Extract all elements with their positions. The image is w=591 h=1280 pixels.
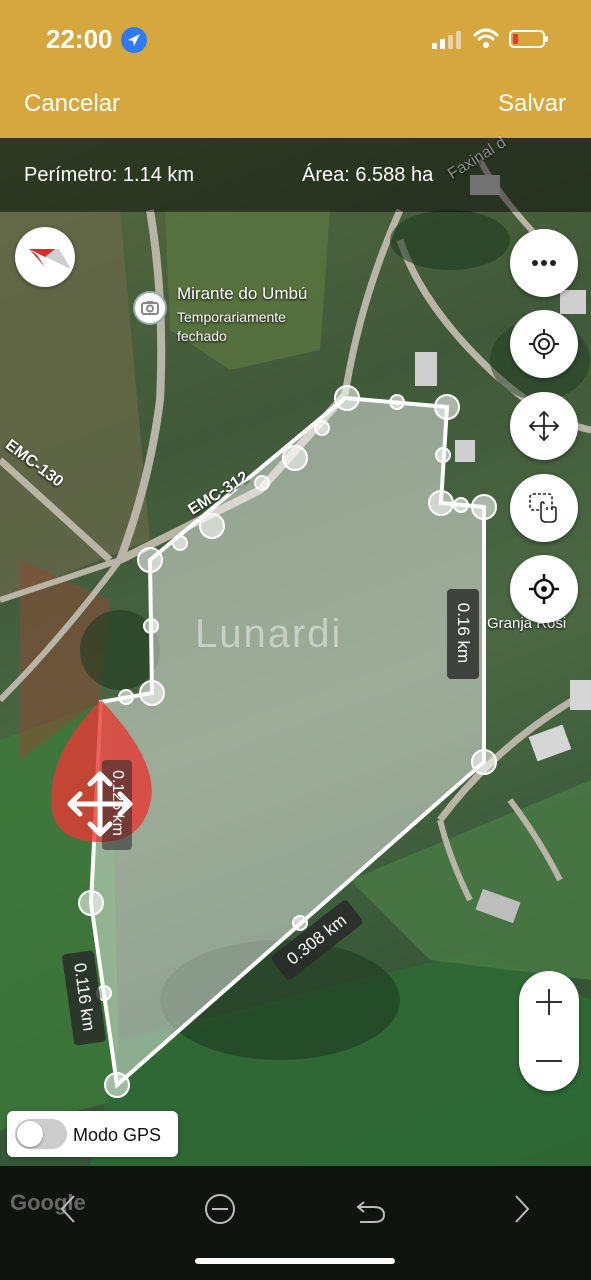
plus-icon <box>536 989 562 1015</box>
crosshair-icon <box>529 574 559 604</box>
undo-icon <box>356 1201 386 1223</box>
undo-button[interactable] <box>354 1192 388 1226</box>
zoom-control <box>519 971 579 1091</box>
locate-button[interactable] <box>510 310 578 378</box>
move-polygon-button[interactable] <box>510 392 578 460</box>
touch-mode-button[interactable] <box>510 474 578 542</box>
gps-mode-toggle[interactable]: Modo GPS <box>7 1111 178 1157</box>
compass-button[interactable] <box>15 227 75 287</box>
gps-mode-switch[interactable] <box>15 1119 67 1149</box>
zoom-in-button[interactable] <box>519 971 579 1031</box>
move-icon <box>528 410 560 442</box>
more-options-button[interactable] <box>510 229 578 297</box>
remove-vertex-button[interactable] <box>203 1192 237 1226</box>
poi-subtitle: Temporariamente fechado <box>177 309 286 344</box>
next-icon <box>515 1195 530 1223</box>
compass-icon <box>29 249 71 269</box>
next-button[interactable] <box>504 1192 538 1226</box>
more-icon <box>532 260 556 266</box>
area-value: Área: 6.588 ha <box>302 164 434 186</box>
poi-camera-icon[interactable] <box>133 291 167 325</box>
center-button[interactable] <box>510 555 578 623</box>
watermark: Lunardi <box>195 612 343 656</box>
remove-icon <box>205 1194 235 1224</box>
segment-label: 0.16 km <box>447 589 479 679</box>
perimeter-value: Perímetro: 1.14 km <box>24 164 195 186</box>
touch-icon <box>529 493 557 523</box>
locate-icon <box>529 329 559 359</box>
measurement-bar: Perímetro: 1.14 km Área: 6.588 ha <box>0 138 591 212</box>
poi-title[interactable]: Mirante do Umbú <box>177 284 307 304</box>
previous-icon <box>60 1195 75 1223</box>
previous-button[interactable] <box>52 1192 86 1226</box>
gps-mode-label: Modo GPS <box>73 1125 162 1145</box>
move-arrows-icon[interactable] <box>64 768 136 840</box>
minus-icon <box>536 1060 562 1062</box>
zoom-out-button[interactable] <box>519 1031 579 1091</box>
home-indicator <box>195 1258 395 1264</box>
